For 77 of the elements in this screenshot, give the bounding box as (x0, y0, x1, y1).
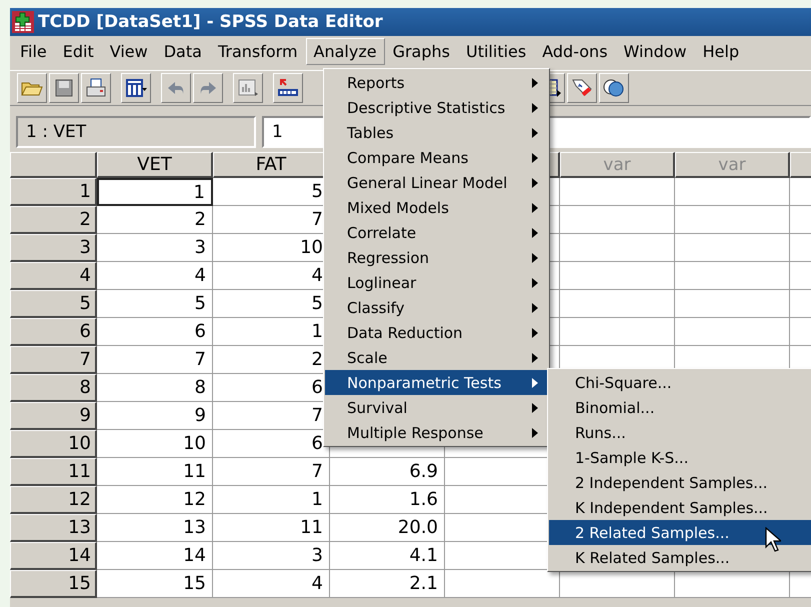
row-header[interactable]: 1 (10, 178, 97, 206)
row-header[interactable]: 3 (10, 234, 97, 262)
row-header[interactable]: 11 (10, 458, 97, 486)
menu-item[interactable]: Utilities (458, 38, 534, 64)
table-cell: 11 (97, 458, 213, 486)
insert-cases-icon[interactable] (273, 73, 303, 103)
chart-icon[interactable] (233, 73, 263, 103)
menu-item[interactable]: K Independent Samples... (549, 495, 811, 520)
table-cell: 14 (97, 542, 213, 570)
row-header[interactable]: 10 (10, 430, 97, 458)
menu-item[interactable]: Analyze (306, 38, 385, 64)
menu-item[interactable]: Runs... (549, 420, 811, 445)
circles-icon[interactable] (599, 73, 629, 103)
table-cell: 3 (213, 542, 330, 570)
table-cell: 13 (97, 514, 213, 542)
menu-item[interactable]: Tables (325, 120, 548, 145)
table-cell: 11 (213, 514, 330, 542)
cell-name-field: 1 : VET (16, 116, 256, 148)
menu-item[interactable]: K Related Samples... (549, 545, 811, 570)
redo-icon[interactable] (193, 73, 223, 103)
table-cell: 7 (97, 346, 213, 374)
table-cell: 4 (97, 262, 213, 290)
undo-icon[interactable] (161, 73, 191, 103)
table-cell: 9 (97, 402, 213, 430)
menu-item[interactable]: Edit (54, 38, 102, 64)
value-label-icon[interactable] (567, 73, 597, 103)
row-header[interactable]: 14 (10, 542, 97, 570)
menu-item[interactable]: 1-Sample K-S... (549, 445, 811, 470)
open-folder-icon[interactable] (17, 73, 47, 103)
row-header[interactable]: 13 (10, 514, 97, 542)
row-header[interactable]: 2 (10, 206, 97, 234)
variable-view-icon[interactable] (121, 73, 151, 103)
table-cell: 4.1 (330, 542, 445, 570)
app-icon (12, 11, 34, 33)
table-cell: 3 (97, 234, 213, 262)
menu-item[interactable]: View (102, 38, 156, 64)
column-header[interactable]: VET (97, 152, 213, 178)
row-header[interactable]: 5 (10, 290, 97, 318)
row-header[interactable]: 6 (10, 318, 97, 346)
menu-item[interactable]: File (12, 38, 55, 64)
row-header[interactable]: 9 (10, 402, 97, 430)
menu-item[interactable]: Reports (325, 70, 548, 95)
table-cell: 7 (213, 458, 330, 486)
table-cell: 1 (97, 178, 213, 206)
table-cell: 1.6 (330, 486, 445, 514)
menu-item[interactable]: Chi-Square... (549, 370, 811, 395)
table-cell: 2 (97, 206, 213, 234)
save-icon[interactable] (49, 73, 79, 103)
row-header[interactable]: 7 (10, 346, 97, 374)
menu-item[interactable]: Transform (210, 38, 306, 64)
row-header[interactable]: 4 (10, 262, 97, 290)
print-icon[interactable] (81, 73, 111, 103)
menu-item[interactable]: 2 Related Samples... (549, 520, 811, 545)
table-cell: 15 (97, 570, 213, 598)
table-cell: 10 (97, 430, 213, 458)
window-title: TCDD [DataSet1] - SPSS Data Editor (38, 12, 383, 32)
table-cell: 4 (213, 570, 330, 598)
menu-item[interactable]: Binomial... (549, 395, 811, 420)
menu-item[interactable]: Help (694, 38, 748, 64)
row-header[interactable]: 8 (10, 374, 97, 402)
table-cell: 8 (97, 374, 213, 402)
table-cell: 6 (97, 318, 213, 346)
menu-item[interactable]: Nonparametric Tests (325, 370, 548, 395)
mouse-cursor-icon (765, 527, 781, 553)
row-header[interactable]: 12 (10, 486, 97, 514)
table-cell: 6.9 (330, 458, 445, 486)
table-cell: 2.1 (330, 570, 445, 598)
menu-item[interactable]: 2 Independent Samples... (549, 470, 811, 495)
menu-item[interactable]: Add-ons (534, 38, 616, 64)
table-cell: 12 (97, 486, 213, 514)
menu-item[interactable]: Window (616, 38, 695, 64)
table-cell: 20.0 (330, 514, 445, 542)
menu-item[interactable]: Data (156, 38, 210, 64)
table-cell: 5 (97, 290, 213, 318)
table-cell: 1 (213, 486, 330, 514)
menu-item[interactable]: Graphs (384, 38, 458, 64)
row-header[interactable]: 15 (10, 570, 97, 598)
